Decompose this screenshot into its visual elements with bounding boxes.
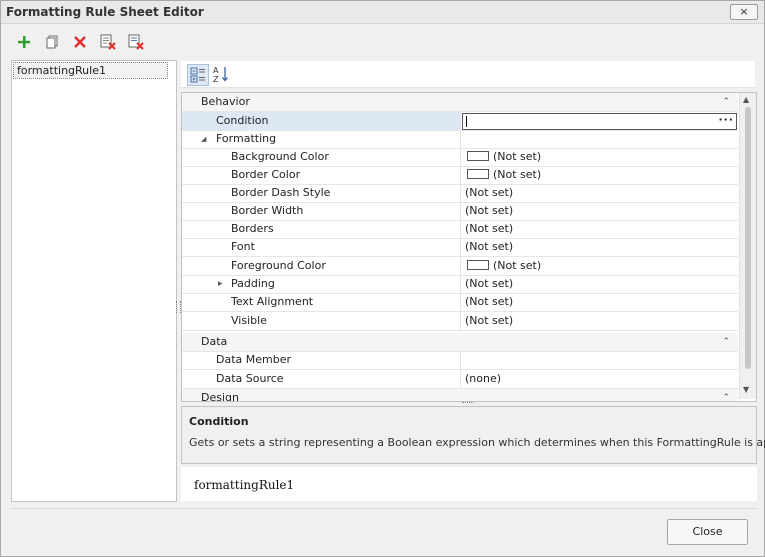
scroll-down-icon[interactable]: ▼ xyxy=(743,385,749,394)
property-name: Border Width xyxy=(182,202,461,220)
collapse-icon[interactable]: ⌃ xyxy=(722,389,730,401)
window-title: Formatting Rule Sheet Editor xyxy=(6,5,204,19)
scroll-up-icon[interactable]: ▲ xyxy=(743,95,749,104)
property-value: (Not set) xyxy=(493,259,542,272)
collapse-icon[interactable]: ⌃ xyxy=(722,93,730,111)
list-item[interactable]: formattingRule1 xyxy=(13,62,168,79)
property-grid-toolbar: AZ xyxy=(181,61,755,88)
remove-unused-button[interactable] xyxy=(97,31,119,53)
row-condition[interactable]: Condition ··· xyxy=(182,112,738,131)
category-behavior[interactable]: Behavior ⌃ xyxy=(182,93,738,112)
vertical-scrollbar[interactable]: ▲ ▼ xyxy=(739,93,756,399)
delete-rule-button[interactable] xyxy=(69,31,91,53)
preview-text: formattingRule1 xyxy=(194,478,295,492)
copy-icon xyxy=(46,35,58,49)
property-name: Background Color xyxy=(182,148,461,166)
property-name: Font xyxy=(182,238,461,256)
window-close-button[interactable]: × xyxy=(730,4,758,20)
property-name: Text Alignment xyxy=(182,293,461,311)
formatting-rule-sheet-editor-window: Formatting Rule Sheet Editor × formattin… xyxy=(0,0,765,557)
svg-text:A: A xyxy=(213,66,219,75)
property-name: Border Color xyxy=(182,166,461,184)
add-icon xyxy=(18,36,30,48)
color-swatch xyxy=(467,151,489,161)
property-value-cell[interactable]: (Not set) xyxy=(461,148,737,166)
property-name: Border Dash Style xyxy=(182,184,461,202)
property-name: Data Source xyxy=(182,370,461,388)
property-value[interactable]: (Not set) xyxy=(461,275,741,293)
ellipsis-button[interactable]: ··· xyxy=(718,113,734,126)
add-rule-button[interactable] xyxy=(13,31,35,53)
property-name: Visible xyxy=(182,312,461,330)
property-name: Foreground Color xyxy=(182,257,461,275)
row-border-width[interactable]: Border Width (Not set) xyxy=(182,202,738,221)
property-name: Borders xyxy=(182,220,461,238)
property-value[interactable]: (Not set) xyxy=(461,202,741,220)
svg-text:Z: Z xyxy=(213,75,219,83)
property-value-cell[interactable]: (Not set) xyxy=(461,257,737,275)
row-borders[interactable]: Borders (Not set) xyxy=(182,220,738,239)
sort-az-icon: AZ xyxy=(213,66,229,83)
property-name-cell: ▸ Padding xyxy=(182,275,461,293)
category-label: Behavior xyxy=(201,95,250,108)
row-font[interactable]: Font (Not set) xyxy=(182,238,738,257)
row-formatting[interactable]: ◢ Formatting xyxy=(182,130,738,149)
categorized-icon xyxy=(190,67,205,83)
copy-rule-button[interactable] xyxy=(41,31,63,53)
category-design[interactable]: Design ⌃ xyxy=(182,389,738,402)
property-value[interactable]: (none) xyxy=(461,370,741,388)
property-value[interactable]: (Not set) xyxy=(461,184,741,202)
description-title: Condition xyxy=(189,415,249,428)
divider xyxy=(11,508,756,509)
row-foreground-color[interactable]: Foreground Color (Not set) xyxy=(182,257,738,276)
property-value: (Not set) xyxy=(493,150,542,163)
collapse-icon[interactable]: ⌃ xyxy=(722,333,730,351)
scroll-thumb[interactable] xyxy=(745,107,751,369)
row-padding[interactable]: ▸ Padding (Not set) xyxy=(182,275,738,294)
expanded-icon[interactable]: ◢ xyxy=(201,130,206,148)
row-visible[interactable]: Visible (Not set) xyxy=(182,312,738,331)
property-name-cell: ◢ Formatting xyxy=(182,130,461,148)
property-name: Padding xyxy=(231,277,275,290)
property-value xyxy=(461,130,737,148)
category-label: Design xyxy=(201,391,239,402)
row-data-member[interactable]: Data Member xyxy=(182,351,738,370)
property-grid[interactable]: Behavior ⌃ Condition ··· ◢ Formatting Ba… xyxy=(181,92,757,402)
delete-list-icon xyxy=(100,34,116,50)
property-value: (Not set) xyxy=(493,168,542,181)
category-data[interactable]: Data ⌃ xyxy=(182,333,738,352)
row-text-alignment[interactable]: Text Alignment (Not set) xyxy=(182,293,738,312)
title-bar: Formatting Rule Sheet Editor × xyxy=(1,1,764,24)
description-panel: Condition Gets or sets a string represen… xyxy=(181,406,765,464)
property-value[interactable] xyxy=(461,351,741,369)
property-value[interactable]: (Not set) xyxy=(461,220,741,238)
property-value[interactable]: (Not set) xyxy=(461,312,741,330)
preview-panel: formattingRule1 xyxy=(181,467,757,501)
purge-icon xyxy=(128,34,144,50)
collapsed-icon[interactable]: ▸ xyxy=(218,275,223,293)
row-border-color[interactable]: Border Color (Not set) xyxy=(182,166,738,185)
property-name: Formatting xyxy=(216,132,277,145)
property-name: Data Member xyxy=(182,351,461,369)
row-background-color[interactable]: Background Color (Not set) xyxy=(182,148,738,167)
text-cursor xyxy=(466,116,467,127)
color-swatch xyxy=(467,260,489,270)
row-border-dash-style[interactable]: Border Dash Style (Not set) xyxy=(182,184,738,203)
rules-list[interactable]: formattingRule1 xyxy=(11,60,177,502)
delete-icon xyxy=(74,36,86,48)
category-label: Data xyxy=(201,335,228,348)
categorized-button[interactable] xyxy=(187,64,209,86)
row-data-source[interactable]: Data Source (none) xyxy=(182,370,738,389)
property-value-cell[interactable]: (Not set) xyxy=(461,166,737,184)
property-value[interactable]: (Not set) xyxy=(461,238,741,256)
close-button[interactable]: Close xyxy=(667,519,748,545)
color-swatch xyxy=(467,169,489,179)
property-value[interactable]: (Not set) xyxy=(461,293,741,311)
property-name: Condition xyxy=(182,112,461,130)
purge-rules-button[interactable] xyxy=(125,31,147,53)
condition-editor[interactable]: ··· xyxy=(462,113,737,130)
description-text: Gets or sets a string representing a Boo… xyxy=(189,436,765,449)
alphabetical-button[interactable]: AZ xyxy=(211,64,231,84)
